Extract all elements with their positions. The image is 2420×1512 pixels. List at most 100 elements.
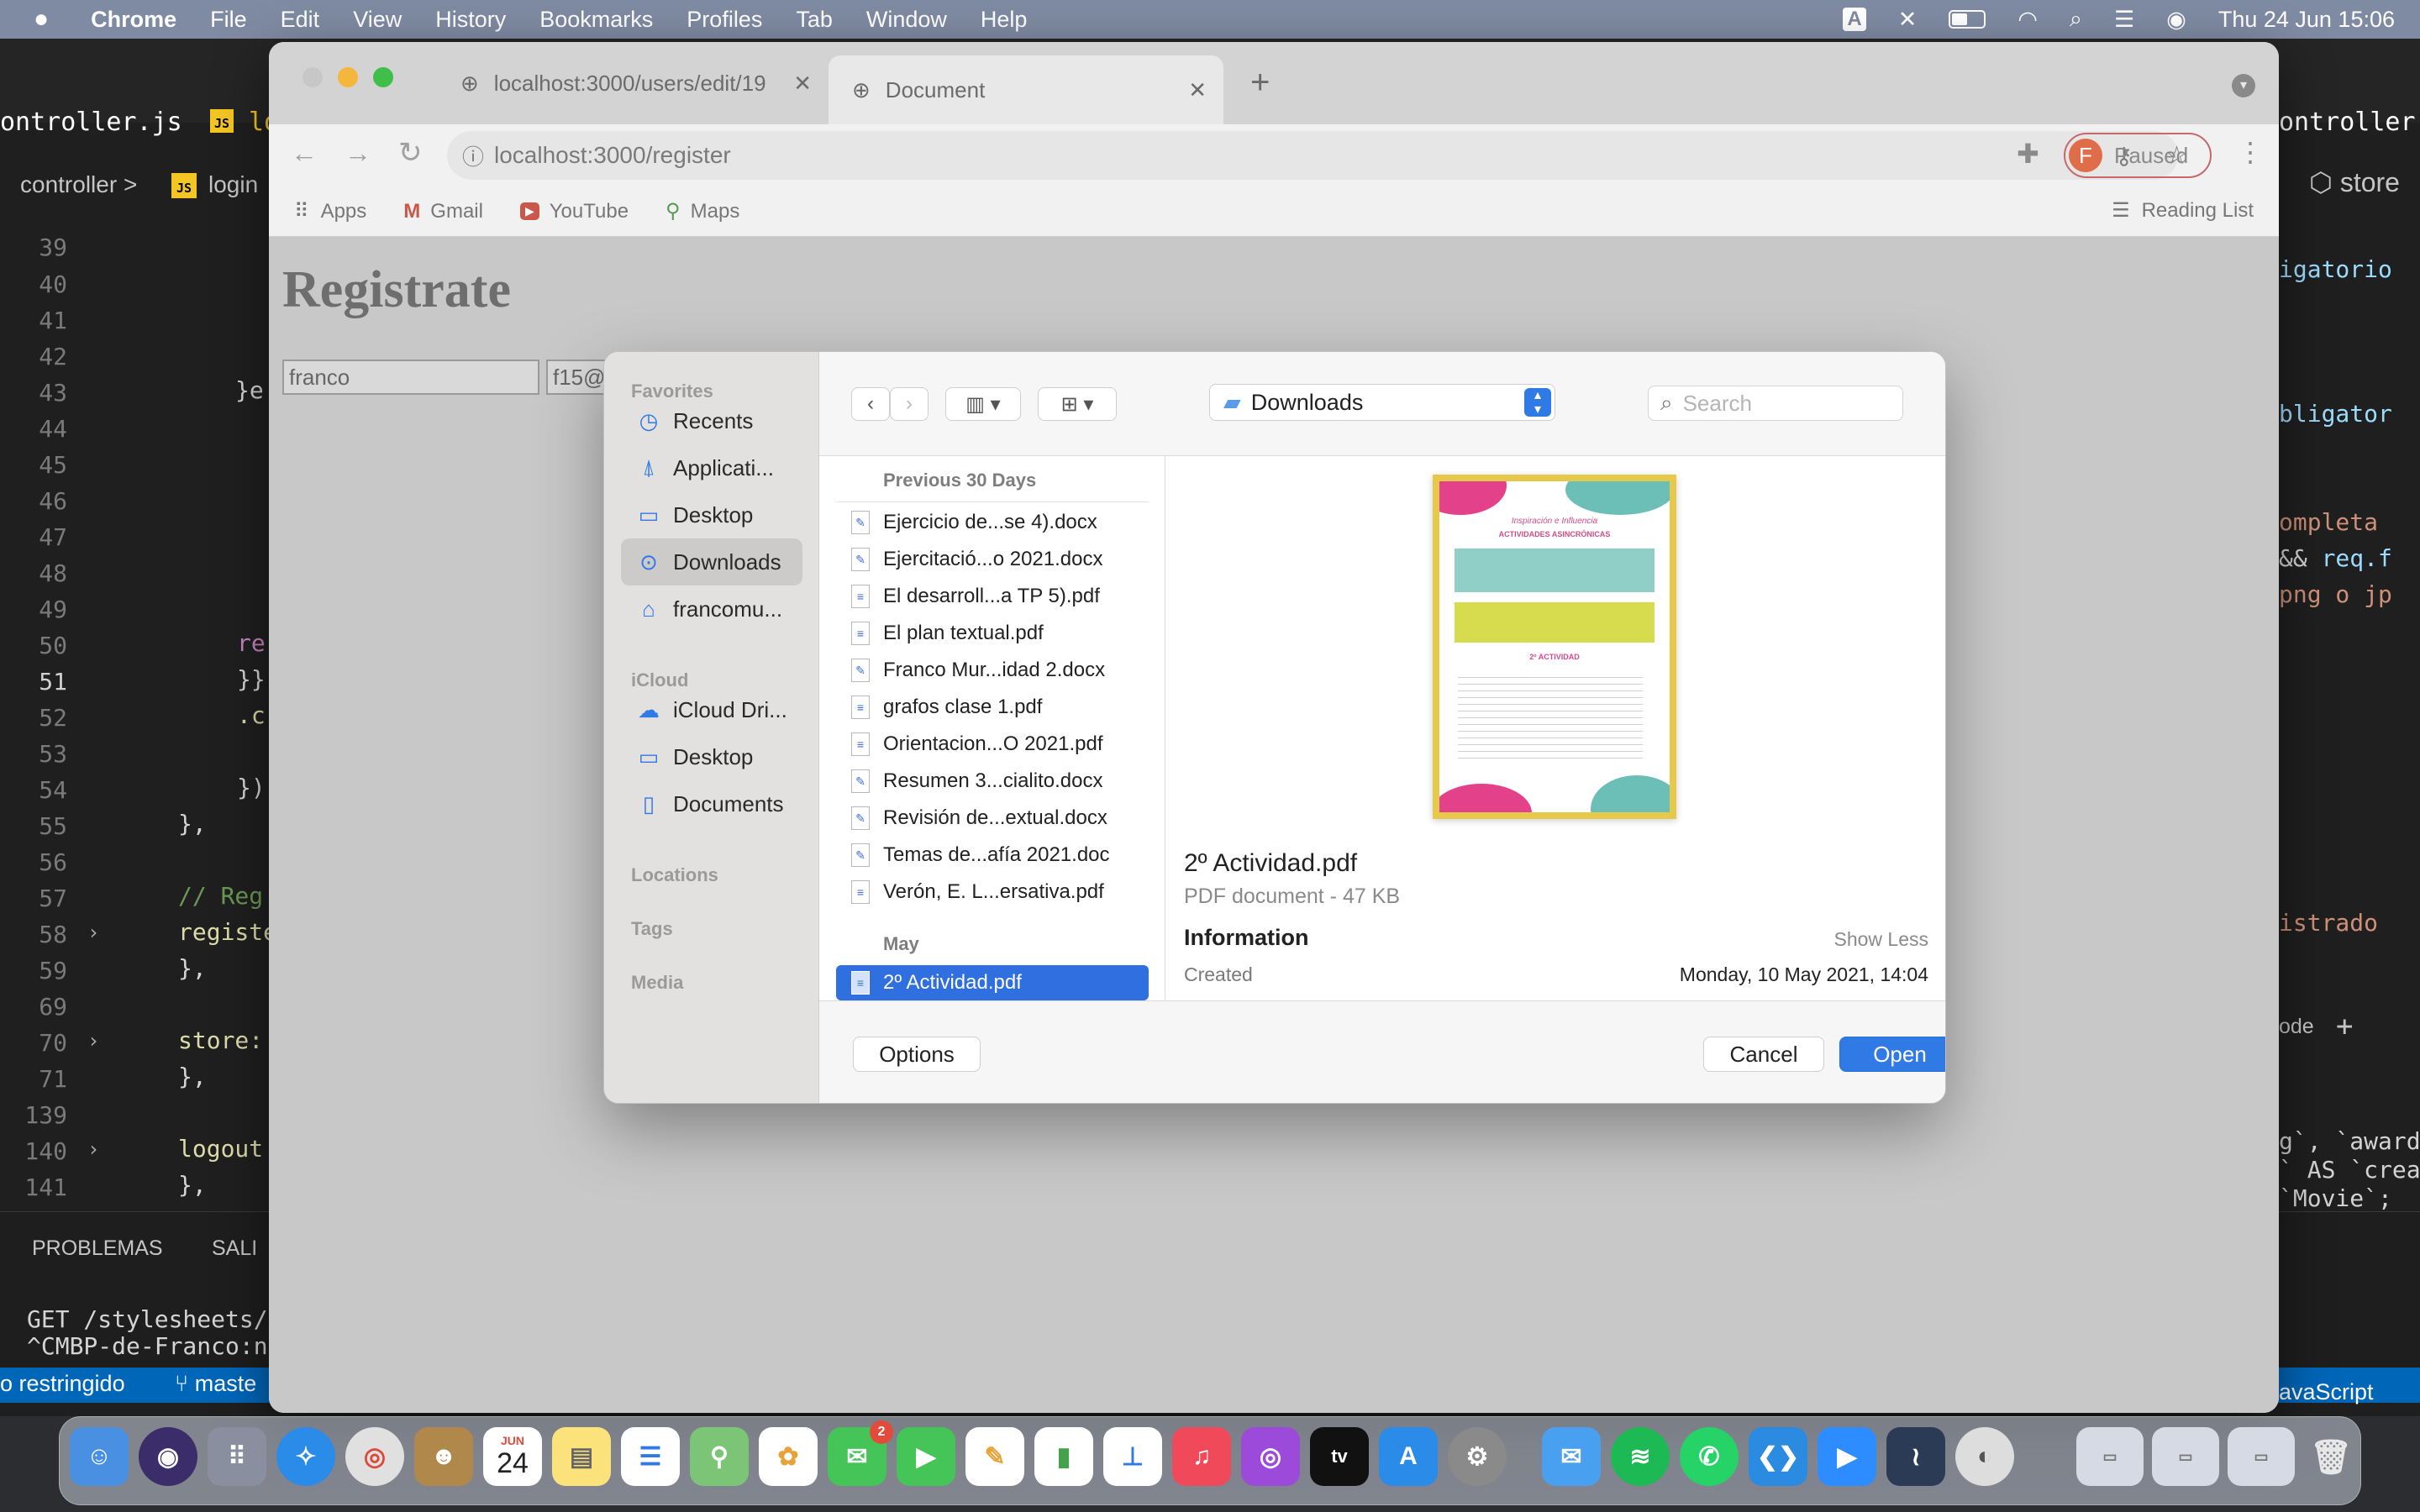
code-line[interactable]: }) <box>237 774 266 801</box>
code-line[interactable]: png o jp <box>2279 580 2392 608</box>
terminal-line[interactable]: ^CMBP-de-Franco:n <box>27 1332 268 1360</box>
sidebar-header-tags[interactable]: Tags <box>631 918 673 940</box>
code-line[interactable]: }, <box>178 1171 207 1199</box>
sidebar-item-home[interactable]: ⌂ francomu... <box>621 585 802 633</box>
menu-view[interactable]: View <box>353 7 402 33</box>
minimized-window-thumbnail[interactable]: ▭ <box>2076 1427 2144 1486</box>
terminal-line[interactable]: g`, `award <box>2279 1127 2420 1155</box>
code-comment[interactable]: // Reg <box>178 882 263 910</box>
fold-chevron-icon[interactable]: › <box>87 1137 99 1161</box>
numbers-icon[interactable]: ▮ <box>1034 1427 1093 1486</box>
chrome-icon[interactable]: ◎ <box>345 1427 404 1486</box>
list-item[interactable]: ≡ El plan textual.pdf <box>836 616 1149 651</box>
code-line[interactable]: istrado <box>2279 909 2378 937</box>
zoom-window-button[interactable] <box>373 67 393 87</box>
menu-history[interactable]: History <box>435 7 506 33</box>
trash-icon[interactable]: 🗑 <box>2302 1427 2360 1486</box>
mail-icon[interactable]: ✉ <box>1542 1427 1601 1486</box>
list-item[interactable]: ✎ Ejercitació...o 2021.docx <box>836 542 1149 577</box>
facetime-icon[interactable]: ▶ <box>897 1427 955 1486</box>
sidebar-item-icloud-desktop[interactable]: ▭ Desktop <box>621 733 802 780</box>
menubar-clock[interactable]: Thu 24 Jun 15:06 <box>2218 7 2395 33</box>
code-line[interactable]: re <box>237 629 266 657</box>
code-line[interactable]: }} <box>237 665 266 693</box>
menu-tab[interactable]: Tab <box>796 7 833 33</box>
vscode-tab-controller[interactable]: ontroller.js <box>0 108 182 137</box>
tab-search-icon[interactable]: ▾ <box>2232 74 2255 97</box>
menu-window[interactable]: Window <box>866 7 947 33</box>
music-icon[interactable]: ♫ <box>1172 1427 1231 1486</box>
vscode-icon[interactable]: ❮❯ <box>1749 1427 1807 1486</box>
list-item[interactable]: ✎ Franco Mur...idad 2.docx <box>836 653 1149 688</box>
contacts-icon[interactable]: ☻ <box>414 1427 473 1486</box>
tab-problems[interactable]: PROBLEMAS <box>32 1236 163 1261</box>
minimized-window-thumbnail[interactable]: ▭ <box>2228 1427 2295 1486</box>
chrome-tab-users-edit[interactable]: ⊕ localhost:3000/users/edit/19 ✕ <box>434 55 829 111</box>
code-line[interactable]: }, <box>178 954 207 982</box>
location-select[interactable]: ▰ Downloads ▴ ▾ <box>1209 384 1555 421</box>
sidebar-item-desktop[interactable]: ▭ Desktop <box>621 491 802 538</box>
terminal-line[interactable]: GET /stylesheets/ <box>27 1305 268 1333</box>
chrome-menu-icon[interactable]: ⋮ <box>2237 136 2264 168</box>
list-item[interactable]: ≡ El desarroll...a TP 5).pdf <box>836 579 1149 614</box>
calendar-icon[interactable]: JUN 24 <box>483 1427 542 1486</box>
sidebar-item-documents[interactable]: ▯ Documents <box>621 780 802 827</box>
address-bar[interactable]: ⓘ localhost:3000/register ⚷ ☆ <box>447 131 2188 180</box>
code-line[interactable]: }e <box>235 376 264 404</box>
maps-icon[interactable]: ⚲ <box>690 1427 749 1486</box>
status-restricted-mode[interactable]: o restringido <box>0 1371 125 1397</box>
list-item[interactable]: ≡ Orientacion...O 2021.pdf <box>836 727 1149 762</box>
breadcrumb-file[interactable]: login <box>208 171 258 198</box>
reminders-icon[interactable]: ☰ <box>621 1427 680 1486</box>
close-window-button[interactable] <box>302 67 323 87</box>
freeform-icon[interactable]: ✎ <box>965 1427 1024 1486</box>
chrome-tab-document[interactable]: ⊕ Document ✕ <box>829 55 1223 124</box>
photos-icon[interactable]: ✿ <box>759 1427 818 1486</box>
control-center-icon[interactable]: ☰ <box>2114 7 2134 33</box>
menu-app-name[interactable]: Chrome <box>91 7 176 33</box>
terminal-line[interactable]: ` AS `crea <box>2279 1156 2420 1184</box>
code-line[interactable]: ompleta <box>2279 508 2378 536</box>
list-item[interactable]: ✎ Temas de...afía 2021.doc <box>836 837 1149 873</box>
sidebar-item-downloads[interactable]: ⊙ Downloads <box>621 538 802 585</box>
input-source-icon[interactable]: A <box>1843 8 1866 31</box>
code-line[interactable]: }, <box>178 1063 207 1090</box>
code-line[interactable]: registe <box>178 918 277 946</box>
extensions-icon[interactable]: ✚ <box>2017 138 2039 170</box>
fold-chevron-icon[interactable]: › <box>87 921 99 944</box>
sidebar-item-icloud-drive[interactable]: ☁ iCloud Dri... <box>621 686 802 733</box>
zoom-icon[interactable]: ▶ <box>1818 1427 1876 1486</box>
code-line[interactable]: logout <box>178 1135 263 1163</box>
wifi-icon[interactable]: ◠ <box>2018 7 2038 33</box>
code-line[interactable]: bligator <box>2279 400 2392 428</box>
code-line[interactable]: }, <box>178 810 207 837</box>
new-tab-button[interactable]: + <box>1250 64 1270 102</box>
whatsapp-icon[interactable]: ✆ <box>1680 1427 1739 1486</box>
minimized-window-thumbnail[interactable]: ▭ <box>2152 1427 2219 1486</box>
safari-icon[interactable]: ✧ <box>276 1427 335 1486</box>
fold-chevron-icon[interactable]: › <box>87 1029 99 1053</box>
list-item[interactable]: ✎ Resumen 3...cialito.docx <box>836 764 1149 799</box>
bookmark-youtube[interactable]: ▶ YouTube <box>519 200 629 223</box>
list-item[interactable]: ≡ grafos clase 1.pdf <box>836 690 1149 725</box>
menu-edit[interactable]: Edit <box>281 7 320 33</box>
code-line[interactable]: .c <box>237 701 266 729</box>
bookmark-maps[interactable]: ⚲ Maps <box>666 199 739 223</box>
sidebar-item-recents[interactable]: ◷ Recents <box>621 397 802 444</box>
menu-profiles[interactable]: Profiles <box>687 7 762 33</box>
keynote-icon[interactable]: ⊥ <box>1103 1427 1162 1486</box>
bookmark-gmail[interactable]: M Gmail <box>403 200 483 223</box>
close-tab-icon[interactable]: ✕ <box>1188 77 1207 103</box>
cancel-button[interactable]: Cancel <box>1703 1037 1824 1072</box>
tableplus-icon[interactable]: ◐ <box>1955 1427 2014 1486</box>
open-button[interactable]: Open <box>1839 1037 1945 1072</box>
terminal-line[interactable]: `Movie`; <box>2279 1184 2392 1212</box>
menu-bookmarks[interactable]: Bookmarks <box>539 7 653 33</box>
reading-list-button[interactable]: ☰ Reading List <box>2112 198 2254 223</box>
options-button[interactable]: Options <box>853 1037 981 1072</box>
list-item[interactable]: ≡ Verón, E. L...ersativa.pdf <box>836 874 1149 910</box>
forward-button[interactable]: → <box>345 138 371 169</box>
view-columns-button[interactable]: ▥ ▾ <box>945 387 1021 421</box>
profile-button[interactable]: F Paused <box>2064 133 2212 178</box>
add-terminal-icon[interactable]: + <box>2336 1010 2353 1043</box>
